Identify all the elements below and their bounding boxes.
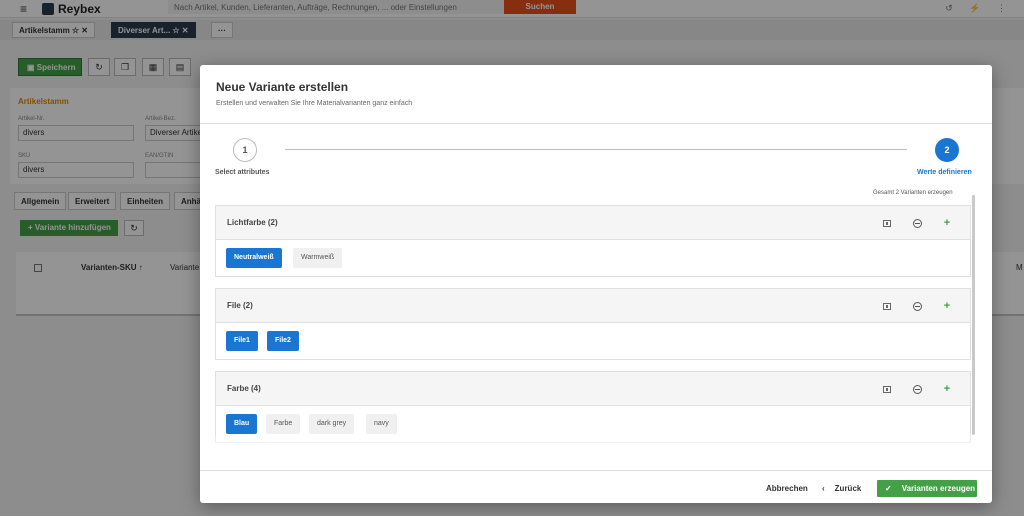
dialog-title: Neue Variante erstellen: [216, 80, 349, 94]
stepper-line: [285, 149, 907, 150]
attribute-name: Farbe (4): [227, 384, 261, 393]
scroll-fade: [215, 435, 971, 447]
attribute-card-file: File (2) + File1 File2: [215, 288, 971, 360]
back-label: Zurück: [834, 484, 862, 493]
chevron-left-icon: ‹: [822, 484, 825, 493]
step-2-label: Werte definieren: [917, 169, 972, 176]
add-value-icon[interactable]: +: [940, 382, 954, 396]
value-chip-file1[interactable]: File1: [226, 331, 258, 351]
attribute-header: File (2) +: [216, 289, 970, 323]
value-chip-blau[interactable]: Blau: [226, 414, 258, 434]
step-1-circle[interactable]: 1: [233, 138, 257, 162]
value-chip-dark-grey[interactable]: dark grey: [309, 414, 355, 434]
add-value-icon[interactable]: +: [940, 216, 954, 230]
dialog-subtitle: Erstellen und verwalten Sie Ihre Materia…: [216, 100, 413, 107]
select-all-icon[interactable]: [880, 216, 894, 230]
step-2-circle[interactable]: 2: [935, 138, 959, 162]
remove-icon[interactable]: [910, 299, 924, 313]
check-icon: ✓: [885, 484, 892, 493]
attribute-name: File (2): [227, 301, 253, 310]
create-variants-button[interactable]: ✓ Varianten erzeugen: [877, 480, 977, 497]
dialog-footer: Abbrechen ‹ Zurück ✓ Varianten erzeugen: [200, 470, 992, 503]
attribute-values: Neutralweiß Warmweiß: [216, 240, 970, 276]
attribute-header: Farbe (4) +: [216, 372, 970, 406]
create-variant-dialog: Neue Variante erstellen Erstellen und ve…: [200, 65, 992, 503]
value-chip-file2[interactable]: File2: [267, 331, 299, 351]
value-chip-navy[interactable]: navy: [366, 414, 397, 434]
attribute-card-farbe: Farbe (4) + Blau Farbe dark grey navy: [215, 371, 971, 443]
attribute-card-lichtfarbe: Lichtfarbe (2) + Neutralweiß Warmweiß: [215, 205, 971, 277]
add-value-icon[interactable]: +: [940, 299, 954, 313]
select-all-icon[interactable]: [880, 382, 894, 396]
remove-icon[interactable]: [910, 216, 924, 230]
value-chip-farbe[interactable]: Farbe: [266, 414, 301, 434]
remove-icon[interactable]: [910, 382, 924, 396]
attribute-values: File1 File2: [216, 323, 970, 359]
step-1-label: Select attributes: [215, 169, 270, 176]
value-chip-warmweiss[interactable]: Warmweiß: [293, 248, 343, 268]
variant-count-summary: Gesamt 2 Varianten erzeugen: [873, 190, 953, 196]
cancel-button[interactable]: Abbrechen: [766, 484, 808, 493]
attribute-header: Lichtfarbe (2) +: [216, 206, 970, 240]
create-variants-label: Varianten erzeugen: [901, 484, 976, 493]
attributes-scrollbar[interactable]: [972, 195, 975, 435]
dialog-divider: [200, 123, 992, 124]
attribute-name: Lichtfarbe (2): [227, 218, 278, 227]
back-button[interactable]: ‹ Zurück: [822, 484, 861, 493]
select-all-icon[interactable]: [880, 299, 894, 313]
value-chip-neutralweiss[interactable]: Neutralweiß: [226, 248, 282, 268]
